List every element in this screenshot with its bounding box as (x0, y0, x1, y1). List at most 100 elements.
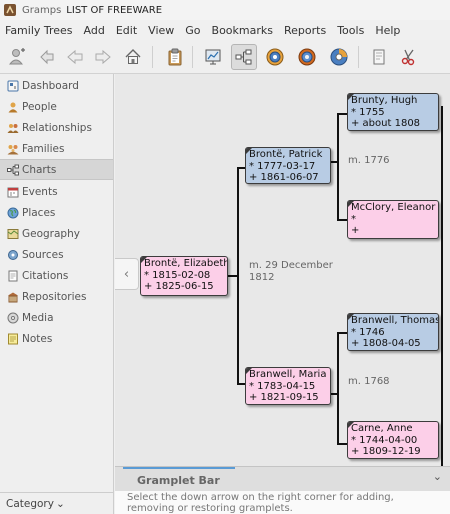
sidebar-item-label: Media (22, 311, 54, 324)
tools-button[interactable] (396, 44, 422, 70)
navigate-children-button[interactable]: ‹ (115, 258, 139, 290)
book-report-button[interactable] (366, 44, 392, 70)
person-add-button[interactable] (4, 44, 30, 70)
fan-descendant-icon (298, 48, 316, 66)
sidebar-item-sources[interactable]: Sources (0, 244, 113, 265)
sidebar-item-label: Sources (22, 248, 64, 261)
sidebar-item-label: Repositories (22, 290, 87, 303)
sidebar-item-events[interactable]: Events (0, 181, 113, 202)
menu-go[interactable]: Go (185, 24, 200, 37)
report-view-button[interactable] (200, 44, 226, 70)
menu-help[interactable]: Help (375, 24, 400, 37)
fan-descendant-button[interactable] (294, 44, 320, 70)
connector-father-grandfather (331, 113, 347, 163)
charts-icon (6, 163, 19, 176)
people-icon (6, 100, 19, 113)
sidebar-item-label: Dashboard (22, 79, 79, 92)
gramplet-message: Select the down arrow on the right corne… (127, 492, 394, 514)
vertical-scrollbar[interactable] (444, 74, 450, 466)
menu-edit[interactable]: Edit (116, 24, 137, 37)
category-label: Category (6, 497, 54, 510)
category-selector[interactable]: Category ⌄ (0, 492, 114, 514)
person-death: + 1825-06-15 (144, 281, 214, 292)
repositories-icon (6, 290, 19, 303)
menu-add[interactable]: Add (84, 24, 105, 37)
sidebar-item-places[interactable]: Places (0, 202, 113, 223)
home-button[interactable] (120, 44, 146, 70)
sidebar-item-label: Events (22, 185, 58, 198)
app-name: Gramps (22, 4, 62, 16)
sidebar-item-citations[interactable]: Citations (0, 265, 113, 286)
fan-twoway-icon (330, 48, 348, 66)
person-birth: * 1746 (351, 326, 385, 338)
sidebar-item-notes[interactable]: Notes (0, 328, 113, 349)
fan-chart-icon (266, 48, 284, 66)
person-death: + 1808-04-05 (351, 338, 421, 349)
sidebar-item-geography[interactable]: Geography (0, 223, 113, 244)
sidebar-item-relationships[interactable]: Relationships (0, 117, 113, 138)
person-box-father[interactable]: Brontë, Patrick * 1777-03-17 + 1861-06-0… (245, 147, 331, 184)
marriage-line-1: m. 29 December (249, 260, 333, 271)
person-birth: * 1783-04-15 (249, 380, 316, 392)
pedigree-view-icon (235, 49, 252, 65)
person-name: Brontë, Patrick (249, 149, 323, 160)
person-box-paternal-grandfather[interactable]: Brunty, Hugh * 1755 + about 1808 (347, 93, 439, 131)
places-icon (6, 206, 19, 219)
person-death: + 1809-12-19 (351, 446, 421, 457)
person-birth: * 1744-04-00 (351, 434, 418, 446)
sidebar-item-people[interactable]: People (0, 96, 113, 117)
connector-root-father (228, 167, 245, 277)
person-name: Carne, Anne (351, 423, 413, 434)
forward-button[interactable] (90, 44, 116, 70)
families-icon (6, 142, 19, 155)
person-name: Brontë, Elizabeth (144, 258, 228, 269)
clipboard-button[interactable] (162, 44, 188, 70)
tab-gramplet-bar[interactable]: Gramplet Bar (137, 474, 220, 487)
person-box-mother[interactable]: Branwell, Maria * 1783-04-15 + 1821-09-1… (245, 367, 331, 405)
clipboard-icon (168, 48, 182, 66)
marriage-line-2: 1812 (249, 272, 275, 283)
person-death: + (351, 225, 360, 236)
gramplet-dropdown-icon[interactable]: ⌄ (433, 470, 442, 483)
connector-root-mother (237, 276, 245, 385)
back-button[interactable] (62, 44, 88, 70)
tools-icon (401, 49, 415, 66)
person-birth: * 1755 (351, 106, 385, 118)
fan-chart-button[interactable] (262, 44, 288, 70)
person-box-paternal-grandmother[interactable]: McClory, Eleanor * + (347, 200, 439, 239)
sidebar-item-label: People (22, 100, 57, 113)
connector-mother-grandfather (331, 332, 347, 395)
person-back-button[interactable] (34, 44, 60, 70)
sidebar-item-families[interactable]: Families (0, 138, 113, 159)
sidebar-item-label: Charts (22, 163, 57, 176)
menu-view[interactable]: View (148, 24, 174, 37)
person-birth: * 1777-03-17 (249, 160, 316, 172)
person-add-icon (8, 48, 25, 65)
person-box-maternal-grandmother[interactable]: Carne, Anne * 1744-04-00 + 1809-12-19 (347, 421, 439, 459)
sidebar-item-media[interactable]: Media (0, 307, 113, 328)
pedigree-view-button[interactable] (231, 44, 257, 70)
menu-reports[interactable]: Reports (284, 24, 326, 37)
sidebar-item-repositories[interactable]: Repositories (0, 286, 113, 307)
menu-family-trees[interactable]: Family Trees (5, 24, 73, 37)
menu-bookmarks[interactable]: Bookmarks (212, 24, 273, 37)
toolbar (0, 40, 450, 74)
sidebar-item-label: Relationships (22, 121, 92, 134)
geography-icon (6, 227, 19, 240)
person-box-root[interactable]: Brontë, Elizabeth * 1815-02-08 + 1825-06… (140, 256, 228, 296)
tab-indicator (123, 467, 235, 469)
person-death: + 1821-09-15 (249, 392, 319, 403)
media-icon (6, 311, 19, 324)
person-name: Branwell, Maria (249, 369, 327, 380)
sidebar-item-dashboard[interactable]: Dashboard (0, 75, 113, 96)
marriage-label-paternal: m. 1776 (348, 155, 390, 166)
sidebar-item-charts[interactable]: Charts (0, 159, 113, 180)
menu-tools[interactable]: Tools (337, 24, 364, 37)
notes-icon (6, 332, 19, 345)
back-arrow-icon (67, 49, 83, 65)
person-death: + 1861-06-07 (249, 172, 319, 183)
person-box-maternal-grandfather[interactable]: Branwell, Thomas * 1746 + 1808-04-05 (347, 313, 439, 351)
sidebar-item-label: Families (22, 142, 65, 155)
marriage-label-parents: m. 29 December 1812 (249, 260, 333, 284)
fan-twoway-button[interactable] (326, 44, 352, 70)
